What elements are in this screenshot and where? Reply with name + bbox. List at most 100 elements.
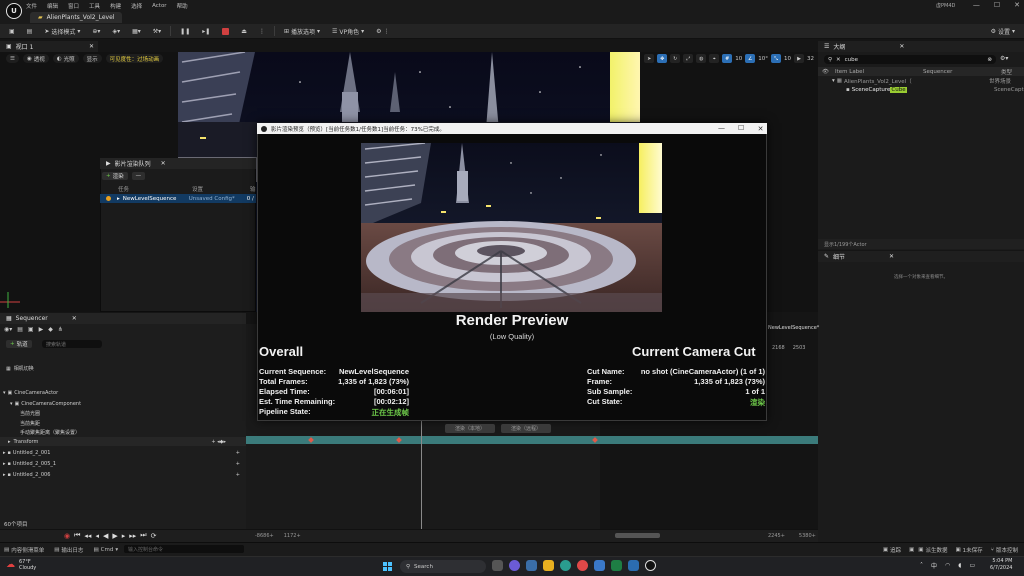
wifi-icon[interactable]: ◠	[945, 562, 950, 569]
add-track-button[interactable]: + 轨道	[6, 340, 32, 348]
outliner-search-input[interactable]: ⚲ ✕ cube ⊗	[824, 55, 996, 64]
render-remote-button[interactable]: 渲染（远程）	[501, 424, 552, 433]
menu-file[interactable]: 文件	[26, 2, 37, 10]
details-tab[interactable]: ✎ 细节 ✕	[818, 251, 1024, 262]
perspective-button[interactable]: ◉ 透视	[22, 54, 49, 63]
mrq-job-config[interactable]: Unsaved Config*	[189, 196, 247, 202]
timeline-scrollbar[interactable]	[615, 533, 660, 538]
world-icon[interactable]: ◍	[696, 54, 707, 63]
derived-data-button[interactable]: 派生数据	[925, 546, 947, 554]
playback-range-start[interactable]: 1172+	[284, 533, 301, 539]
unsaved-button[interactable]: 1未保存	[963, 546, 983, 554]
track-focal-length[interactable]: 当前焦距	[0, 419, 246, 428]
jump-end-icon[interactable]: ⏭	[140, 531, 146, 540]
trace-button[interactable]: 追踪	[890, 546, 901, 554]
content-icon[interactable]: ▤	[24, 26, 36, 37]
select-mode-button[interactable]: ➤ 选择模式 ▾	[41, 26, 83, 37]
maximize-icon[interactable]: ☐	[738, 124, 744, 132]
output-log-button[interactable]: 输出日志	[61, 546, 83, 554]
expand-icon[interactable]: ▾	[10, 401, 13, 407]
mrq-col-output[interactable]: 输	[250, 185, 256, 193]
menu-edit[interactable]: 编辑	[47, 2, 58, 10]
outliner-row-level[interactable]: ▾ ▦ AlienPlants_Vol2_Level（ 世界场景	[818, 77, 1024, 85]
track-untitled-1[interactable]: ▸ ▪ Untitled_2_001 +	[0, 448, 246, 457]
minimize-icon[interactable]: —	[718, 124, 725, 132]
grid-snap-value[interactable]: 10	[735, 56, 742, 62]
more-icon[interactable]: ⋮	[256, 26, 268, 37]
close-icon[interactable]: ✕	[754, 123, 767, 134]
camera-speed-icon[interactable]: ▶	[794, 54, 804, 63]
save-icon[interactable]: ▣	[6, 26, 18, 37]
add-actor-icon[interactable]: ⊕▾	[89, 26, 103, 37]
unreal-taskbar-icon[interactable]	[645, 560, 656, 571]
mrq-remove-button[interactable]: —	[131, 172, 146, 180]
select-tool-icon[interactable]: ➤	[644, 54, 655, 63]
windows-start-icon[interactable]	[383, 562, 392, 571]
surface-snap-icon[interactable]: ⌖	[709, 54, 720, 63]
prev-key-icon[interactable]: ◂◂	[84, 532, 91, 540]
blueprint-icon[interactable]: ◈▾	[109, 26, 123, 37]
derived-data-icon-2[interactable]: ▣	[918, 547, 923, 553]
expand-icon[interactable]: ▸	[3, 461, 6, 467]
step-forward-icon[interactable]: ▸	[122, 532, 126, 540]
build-icon[interactable]: ⚒▾	[150, 26, 164, 37]
sequencer-menu-icon[interactable]: ◉▾	[4, 326, 12, 333]
track-aperture[interactable]: 当前光圈	[0, 409, 246, 418]
mrq-col-settings[interactable]: 设置	[192, 185, 250, 193]
grid-snap-icon[interactable]: #	[722, 54, 733, 63]
chevron-down-icon[interactable]: ▾	[115, 547, 118, 553]
expand-icon[interactable]: ▾	[832, 78, 835, 84]
teams-icon[interactable]	[526, 560, 537, 571]
close-icon[interactable]: ✕	[889, 253, 894, 260]
list-icon[interactable]: ▤	[17, 326, 23, 333]
volume-icon[interactable]: ◖	[958, 562, 961, 569]
cmd-dropdown[interactable]: Cmd	[101, 547, 114, 553]
eject-icon[interactable]: ⏏	[238, 26, 250, 37]
play-reverse-icon[interactable]: ◀	[103, 532, 108, 540]
menu-actor[interactable]: Actor	[152, 3, 166, 9]
clear-icon[interactable]: ✕	[836, 57, 841, 63]
angle-snap-value[interactable]: 10°	[758, 56, 768, 62]
show-button[interactable]: 显示	[82, 54, 102, 63]
camera-speed-value[interactable]: 32	[807, 56, 814, 62]
menu-help[interactable]: 帮助	[177, 2, 188, 10]
chevron-up-icon[interactable]: ˄	[920, 562, 923, 569]
level-tab[interactable]: ▰ AlienPlants_Vol2_Level	[30, 12, 123, 23]
chrome-icon[interactable]	[577, 560, 588, 571]
scale-snap-value[interactable]: 10	[784, 56, 791, 62]
next-key-icon[interactable]: ▸▸	[129, 532, 136, 540]
track-untitled-2[interactable]: ▸ ▪ Untitled_2_005_1 +	[0, 459, 246, 468]
dialog-title-bar[interactable]: 影片渲染预览（预览）[当前任务数1/任务数1]当前任务：73%已完成。	[257, 123, 767, 134]
scale-snap-icon[interactable]: ⤡	[771, 54, 781, 63]
taskbar-search-box[interactable]: ⚲ Search	[400, 560, 486, 573]
step-icon[interactable]: ▸❚	[199, 26, 213, 37]
close-icon[interactable]: ✕	[89, 43, 94, 50]
scale-tool-icon[interactable]: ⤢	[683, 54, 694, 63]
camera-icon[interactable]: ▣	[28, 326, 34, 333]
outliner-row-scenecapture[interactable]: ▪ SceneCapture Cube SceneCaptu	[818, 86, 1024, 94]
mrq-tab[interactable]: ▶ 影片渲染队列 ✕	[100, 158, 256, 169]
key-icon[interactable]: ◆	[48, 326, 53, 333]
play-icon[interactable]: ▶	[112, 532, 117, 540]
track-focus-distance[interactable]: 手动聚焦距离（聚焦设置）	[0, 428, 246, 437]
vp-role-button[interactable]: ☰ VP角色 ▾	[329, 26, 367, 37]
expand-icon[interactable]: ▸	[3, 472, 6, 478]
trace-icon[interactable]: ▣	[883, 547, 888, 553]
track-cine-camera-component[interactable]: ▾ ▣ CineCameraComponent	[0, 399, 246, 408]
taskbar-clock[interactable]: 5:04 PM 6/7/2024	[990, 558, 1012, 572]
content-drawer-button[interactable]: 内容侧滑菜单	[11, 546, 44, 554]
derived-data-icon[interactable]: ▣	[909, 547, 914, 553]
edge-icon[interactable]	[560, 560, 571, 571]
add-icon[interactable]: +	[236, 472, 240, 478]
menu-build[interactable]: 构建	[110, 2, 121, 10]
source-control-button[interactable]: 版本控制	[996, 546, 1018, 554]
snap-icon[interactable]: ⋔	[58, 326, 63, 333]
store-icon[interactable]	[594, 560, 605, 571]
battery-icon[interactable]: ▭	[969, 562, 975, 569]
task-view-icon[interactable]	[492, 560, 503, 571]
loop-icon[interactable]: ⟳	[151, 532, 157, 540]
col-item-label[interactable]: Item Label	[835, 69, 905, 75]
maximize-icon[interactable]: ☐	[994, 1, 1000, 9]
outliner-settings-icon[interactable]: ⚙▾	[1000, 55, 1008, 62]
col-sequencer[interactable]: Sequencer	[923, 69, 1001, 75]
